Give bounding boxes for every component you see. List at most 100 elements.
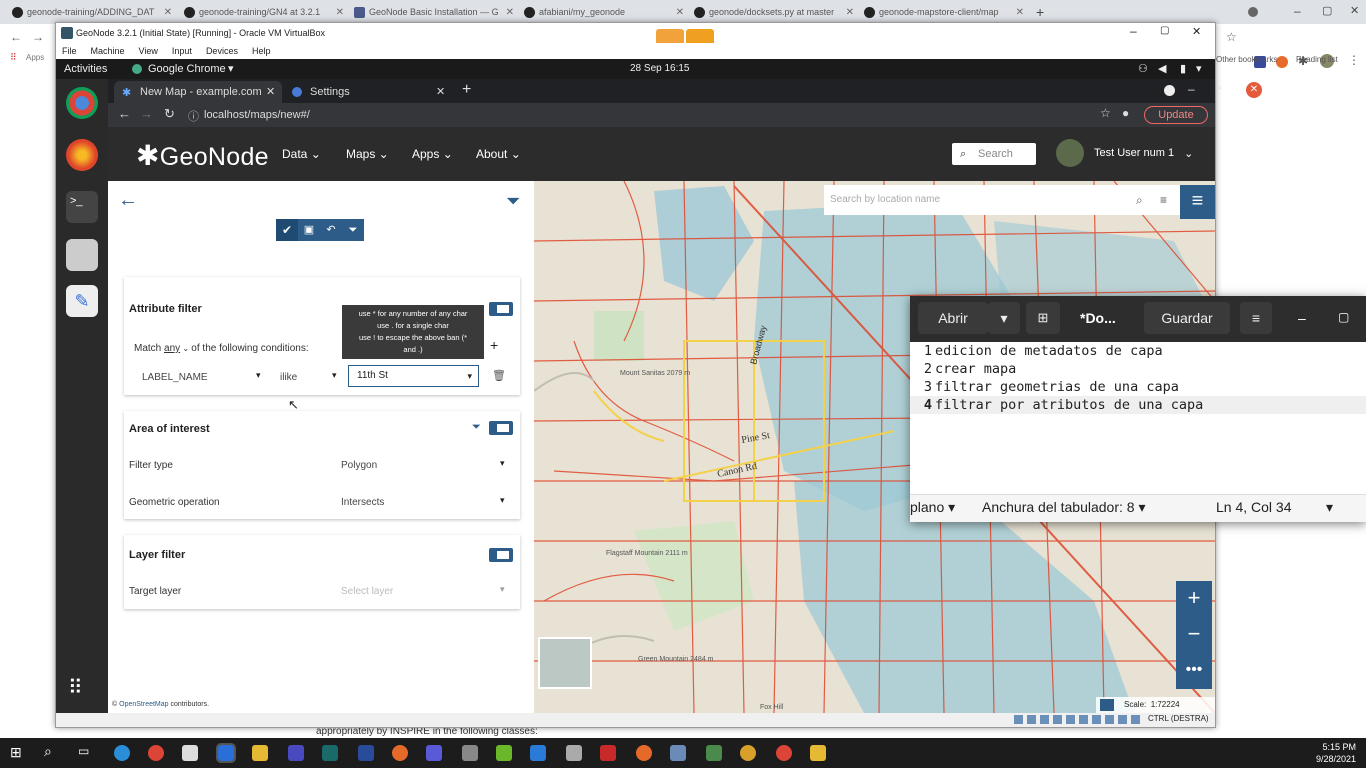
filezilla-icon[interactable] xyxy=(600,745,616,761)
extension-icon[interactable] xyxy=(1276,56,1288,68)
minimize-icon[interactable]: – xyxy=(1188,82,1195,96)
app-icon[interactable] xyxy=(636,745,652,761)
host-tab[interactable]: geonode-mapstore-client/map ✕ xyxy=(864,3,1024,21)
maximize-icon[interactable]: ▢ xyxy=(1322,4,1332,17)
host-tab[interactable]: GeoNode Basic Installation — G ✕ xyxy=(354,3,514,21)
maximize-icon[interactable]: ▢ xyxy=(1338,310,1349,324)
chrome-icon[interactable] xyxy=(776,745,792,761)
back-arrow-icon[interactable]: ← xyxy=(118,189,138,212)
app-icon[interactable] xyxy=(288,745,304,761)
other-bookmarks[interactable]: Other bookmarks xyxy=(1216,55,1277,64)
task-view-icon[interactable]: ▭ xyxy=(78,744,89,758)
folder-icon[interactable] xyxy=(252,745,268,761)
system-menu-caret-icon[interactable]: ▾ xyxy=(1196,62,1202,75)
vbox-close-icon[interactable]: ✕ xyxy=(1192,25,1201,38)
close-tab-icon[interactable]: ✕ xyxy=(846,7,854,18)
back-icon[interactable]: ← xyxy=(118,106,131,121)
chevron-down-icon[interactable]: ▾ xyxy=(1326,499,1333,516)
close-tab-icon[interactable]: ✕ xyxy=(164,7,172,18)
close-tab-icon[interactable]: ✕ xyxy=(266,85,275,98)
guest-tab-settings[interactable]: Settings ✕ xyxy=(284,81,452,103)
address-bar[interactable]: ⓘ localhost/maps/new#/ xyxy=(186,106,1106,124)
menu-input[interactable]: Input xyxy=(172,46,192,56)
nav-data[interactable]: Data ⌄ xyxy=(282,147,321,161)
nav-apps[interactable]: Apps ⌄ xyxy=(412,147,453,161)
nav-maps[interactable]: Maps ⌄ xyxy=(346,147,389,161)
taskbar-clock[interactable]: 5:15 PM 9/28/2021 xyxy=(1316,741,1356,765)
forward-icon[interactable]: → xyxy=(140,106,153,121)
volume-icon[interactable]: ◀ xyxy=(1158,62,1166,75)
search-icon[interactable]: ⌕ xyxy=(1136,185,1143,215)
bookmark-star-icon[interactable]: ☆ xyxy=(1100,106,1111,120)
host-tab[interactable]: geonode-training/ADDING_DAT ✕ xyxy=(12,3,172,21)
apply-check-icon[interactable]: ✔ xyxy=(276,219,298,241)
host-tab[interactable]: geonode-training/GN4 at 3.2.1 ✕ xyxy=(184,3,344,21)
star-icon[interactable]: ☆ xyxy=(1226,30,1237,44)
menu-file[interactable]: File xyxy=(62,46,77,56)
match-mode-select[interactable]: any xyxy=(164,343,180,354)
close-tab-icon[interactable]: ✕ xyxy=(676,7,684,18)
qgis-icon[interactable] xyxy=(496,745,512,761)
trash-icon[interactable]: 🗑 xyxy=(492,369,506,382)
chrome-icon[interactable] xyxy=(148,745,164,761)
hamburger-icon[interactable]: ≡ xyxy=(1240,302,1272,334)
osm-link[interactable]: OpenStreetMap xyxy=(119,701,168,708)
close-tab-icon[interactable]: ✕ xyxy=(506,7,514,18)
new-tab-button[interactable]: + xyxy=(462,81,471,99)
menu-devices[interactable]: Devices xyxy=(206,46,238,56)
target-layer-select[interactable]: Select layer xyxy=(341,586,393,597)
minimize-icon[interactable]: – xyxy=(1298,310,1306,326)
vbox-maximize-icon[interactable]: ▢ xyxy=(1160,25,1169,36)
app-icon[interactable] xyxy=(426,745,442,761)
app-icon[interactable] xyxy=(462,745,478,761)
scale-select[interactable]: 1:72224 xyxy=(1151,700,1180,709)
open-button[interactable]: Abrir xyxy=(918,302,988,334)
cursor-position[interactable]: Ln 4, Col 34 xyxy=(1216,499,1292,515)
host-tab[interactable]: geonode/docksets.py at master ✕ xyxy=(694,3,854,21)
menu-dots-icon[interactable]: ⋮ xyxy=(1348,53,1360,67)
app-icon[interactable] xyxy=(810,745,826,761)
vscode-icon[interactable] xyxy=(530,745,546,761)
menu-view[interactable]: View xyxy=(139,46,158,56)
maximize-icon[interactable]: ▫ xyxy=(1218,83,1222,94)
geometric-operation-select[interactable]: Intersects xyxy=(341,497,384,508)
apps-grid-icon[interactable]: ⠿ xyxy=(10,52,17,63)
forward-icon[interactable]: → xyxy=(32,30,44,44)
save-button[interactable]: Guardar xyxy=(1144,302,1230,334)
windows-start-icon[interactable]: ⊞ xyxy=(10,744,22,761)
terminal-icon[interactable]: >_ xyxy=(66,191,98,223)
filter-clear-icon[interactable]: ⏷ xyxy=(342,219,364,241)
reading-list[interactable]: Reading list xyxy=(1296,55,1338,64)
filter-clear-icon[interactable]: ⏷ xyxy=(472,421,481,434)
battery-icon[interactable]: ▮ xyxy=(1180,62,1186,75)
back-icon[interactable]: ← xyxy=(10,30,22,44)
network-icon[interactable]: ⚇ xyxy=(1138,62,1148,75)
more-options-button[interactable]: ••• xyxy=(1176,653,1212,689)
location-search-input[interactable]: Search by location name ⌕ ≡ xyxy=(824,185,1180,215)
activities-button[interactable]: Activities xyxy=(64,63,107,75)
filter-type-select[interactable]: Polygon xyxy=(341,460,377,471)
filter-funnel-icon[interactable]: ⏷ xyxy=(506,191,520,212)
header-search-input[interactable]: ⌕ Search xyxy=(952,143,1036,165)
app-menu[interactable]: Google Chrome xyxy=(148,63,226,75)
firefox-icon[interactable] xyxy=(66,139,98,171)
vbox-device-icons[interactable] xyxy=(1014,715,1144,724)
clock[interactable]: 28 Sep 16:15 xyxy=(630,63,690,74)
area-of-interest-toggle[interactable] xyxy=(489,421,513,435)
close-tab-icon[interactable]: ✕ xyxy=(436,85,445,98)
search-icon[interactable]: ⌕ xyxy=(44,743,52,760)
nav-about[interactable]: About ⌄ xyxy=(476,147,521,161)
store-icon[interactable] xyxy=(182,745,198,761)
list-icon[interactable]: ≡ xyxy=(1160,185,1167,215)
background-switcher[interactable] xyxy=(538,637,592,689)
vbox-minimize-icon[interactable]: – xyxy=(1130,24,1137,38)
app-icon[interactable] xyxy=(740,745,756,761)
app-icon[interactable] xyxy=(670,745,686,761)
record-icon[interactable] xyxy=(1164,85,1175,96)
app-icon[interactable] xyxy=(566,745,582,761)
powershell-icon[interactable] xyxy=(358,745,374,761)
attribute-select[interactable]: LABEL_NAME xyxy=(142,372,208,383)
close-tab-icon[interactable]: ✕ xyxy=(336,7,344,18)
reset-icon[interactable]: ↶ xyxy=(320,219,342,241)
ubuntu-icon[interactable] xyxy=(392,745,408,761)
